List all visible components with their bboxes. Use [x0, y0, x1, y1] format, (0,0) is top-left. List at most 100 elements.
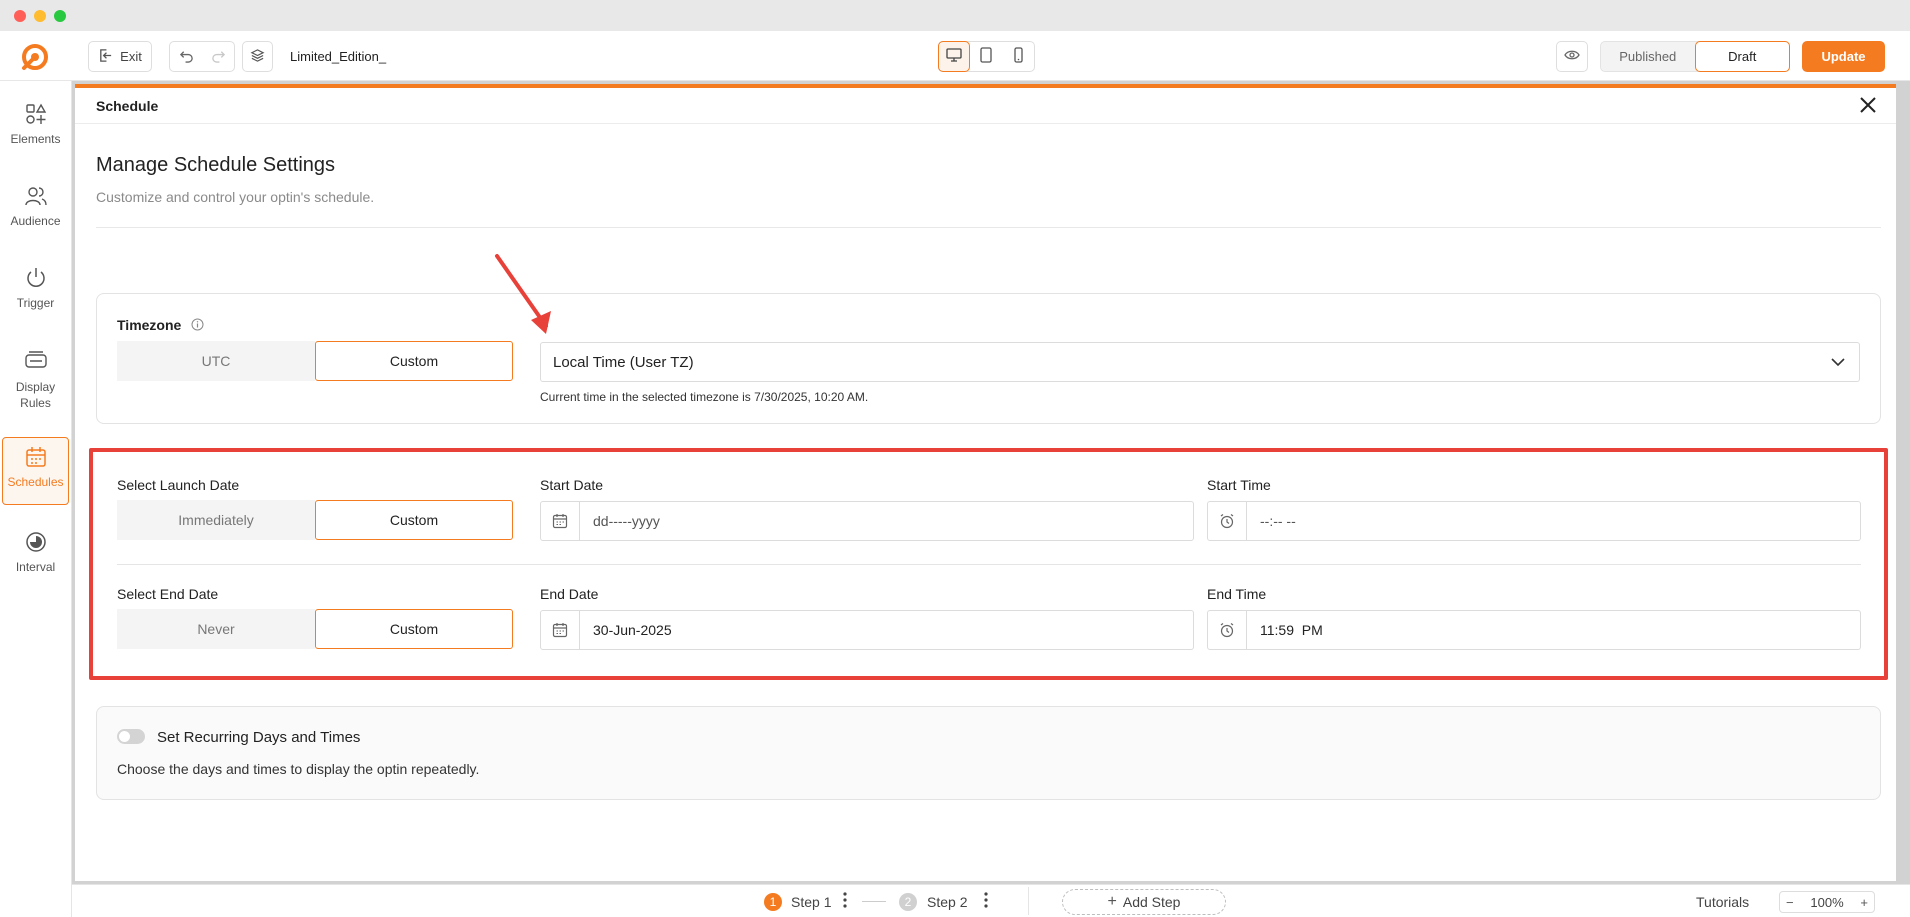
divider: [96, 227, 1881, 228]
alarm-clock-icon: [1208, 611, 1247, 649]
end-custom-option[interactable]: Custom: [315, 609, 513, 649]
end-time-input[interactable]: 11:59 PM: [1207, 610, 1861, 650]
sidebar-item-label: Elements: [10, 132, 61, 146]
timezone-select-value: Local Time (User TZ): [553, 353, 694, 371]
desktop-icon: [946, 48, 962, 65]
end-date-value: 30-Jun-2025: [593, 622, 672, 638]
end-date-input[interactable]: 30-Jun-2025: [540, 610, 1194, 650]
start-date-value: dd-----yyyy: [593, 513, 660, 529]
start-time-value: --:-- --: [1260, 513, 1296, 529]
start-date-label: Start Date: [540, 477, 604, 493]
sidebar-item-audience[interactable]: Audience: [2, 185, 69, 228]
start-time-input[interactable]: --:-- --: [1207, 501, 1861, 541]
recurring-toggle[interactable]: [117, 729, 145, 744]
launch-custom-option[interactable]: Custom: [315, 500, 513, 540]
sidebar-item-label: Audience: [10, 214, 61, 228]
end-never-option[interactable]: Never: [117, 609, 315, 649]
close-window-button[interactable]: [14, 10, 26, 22]
calendar-icon: [541, 502, 580, 540]
preview-button[interactable]: [1556, 41, 1588, 72]
step-connector: [862, 901, 886, 902]
zoom-in-icon[interactable]: +: [1860, 895, 1868, 910]
launch-immediately-option[interactable]: Immediately: [117, 500, 315, 540]
chevron-down-icon: [1831, 354, 1845, 370]
exit-icon: [98, 48, 113, 66]
left-sidebar: Elements Audience Trigger Display Rules …: [0, 81, 72, 917]
desktop-view-button[interactable]: [938, 41, 970, 72]
minimize-window-button[interactable]: [34, 10, 46, 22]
mobile-view-button[interactable]: [1002, 41, 1034, 72]
end-date-section-label: Select End Date: [117, 586, 219, 602]
display-rules-icon: [2, 349, 69, 375]
step2-badge: 2: [899, 893, 917, 911]
close-icon[interactable]: [1859, 96, 1877, 119]
sidebar-item-interval[interactable]: Interval: [2, 531, 69, 574]
sidebar-item-trigger[interactable]: Trigger: [2, 267, 69, 310]
more-vertical-icon[interactable]: [842, 891, 848, 912]
panel-header-title: Schedule: [96, 98, 159, 114]
sidebar-item-label: Interval: [15, 560, 56, 574]
mobile-icon: [1013, 47, 1023, 66]
window-titlebar: [0, 0, 1910, 31]
update-button[interactable]: Update: [1802, 41, 1885, 72]
end-time-value: 11:59 PM: [1260, 622, 1323, 638]
bottom-bar: 1 Step 1 2 Step 2 + Add Step Tutorials −…: [72, 884, 1910, 917]
current-time-note: Current time in the selected timezone is…: [540, 390, 869, 404]
alarm-clock-icon: [1208, 502, 1247, 540]
maximize-window-button[interactable]: [54, 10, 66, 22]
timezone-select[interactable]: Local Time (User TZ): [540, 342, 1860, 382]
step2-tab[interactable]: Step 2: [927, 894, 967, 910]
publish-status-toggle: Published Draft: [1600, 41, 1790, 72]
exit-label: Exit: [120, 49, 142, 64]
sidebar-item-elements[interactable]: Elements: [2, 103, 69, 146]
sidebar-item-label: Display Rules: [15, 380, 56, 410]
launch-date-label: Select Launch Date: [117, 477, 240, 493]
tablet-icon: [980, 47, 992, 66]
undo-icon[interactable]: [179, 48, 194, 66]
divider: [1028, 887, 1029, 915]
start-time-label: Start Time: [1207, 477, 1271, 493]
schedule-panel: Schedule Manage Schedule Settings Custom…: [75, 84, 1896, 881]
sidebar-item-schedules[interactable]: Schedules: [2, 437, 69, 505]
device-preview-toggle: [938, 41, 1035, 72]
editor-toolbar: Exit Limited_Edition_ Published Draft Up…: [0, 31, 1910, 81]
step1-badge: 1: [764, 893, 782, 911]
annotation-arrow: [495, 254, 551, 334]
sidebar-item-label: Schedules: [7, 475, 64, 489]
calendar-icon: [541, 611, 580, 649]
timezone-utc-option[interactable]: UTC: [117, 341, 315, 381]
add-step-label: Add Step: [1122, 894, 1181, 910]
app-logo-icon: [20, 42, 50, 77]
step1-tab[interactable]: Step 1: [791, 894, 831, 910]
exit-button[interactable]: Exit: [88, 41, 152, 72]
layers-button[interactable]: [242, 41, 273, 72]
calendar-icon: [3, 446, 68, 471]
draft-option[interactable]: Draft: [1694, 41, 1790, 72]
campaign-name[interactable]: Limited_Edition_: [290, 49, 386, 64]
timezone-label: Timezone: [117, 317, 204, 334]
add-step-button[interactable]: + Add Step: [1062, 889, 1226, 915]
published-option[interactable]: Published: [1601, 49, 1695, 64]
page-subtitle: Customize and control your optin's sched…: [96, 189, 375, 205]
timezone-custom-option[interactable]: Custom: [315, 341, 513, 381]
start-date-input[interactable]: dd-----yyyy: [540, 501, 1194, 541]
recurring-label: Set Recurring Days and Times: [157, 729, 361, 746]
zoom-out-icon[interactable]: −: [1786, 895, 1794, 910]
elements-icon: [2, 103, 69, 128]
eye-icon: [1564, 49, 1580, 64]
divider: [117, 564, 1861, 565]
tablet-view-button[interactable]: [970, 41, 1002, 72]
panel-header: Schedule: [75, 88, 1896, 124]
recurring-card: Set Recurring Days and Times Choose the …: [96, 706, 1881, 800]
more-vertical-icon[interactable]: [983, 891, 989, 912]
recurring-description: Choose the days and times to display the…: [117, 761, 480, 777]
redo-icon[interactable]: [211, 48, 226, 66]
end-date-label: End Date: [540, 586, 599, 602]
tutorials-link[interactable]: Tutorials: [1696, 894, 1749, 910]
page-title: Manage Schedule Settings: [96, 154, 336, 176]
audience-icon: [2, 185, 69, 210]
power-icon: [2, 267, 69, 292]
zoom-value: 100%: [1810, 894, 1844, 910]
info-icon: [191, 318, 204, 334]
sidebar-item-display-rules[interactable]: Display Rules: [2, 349, 69, 411]
